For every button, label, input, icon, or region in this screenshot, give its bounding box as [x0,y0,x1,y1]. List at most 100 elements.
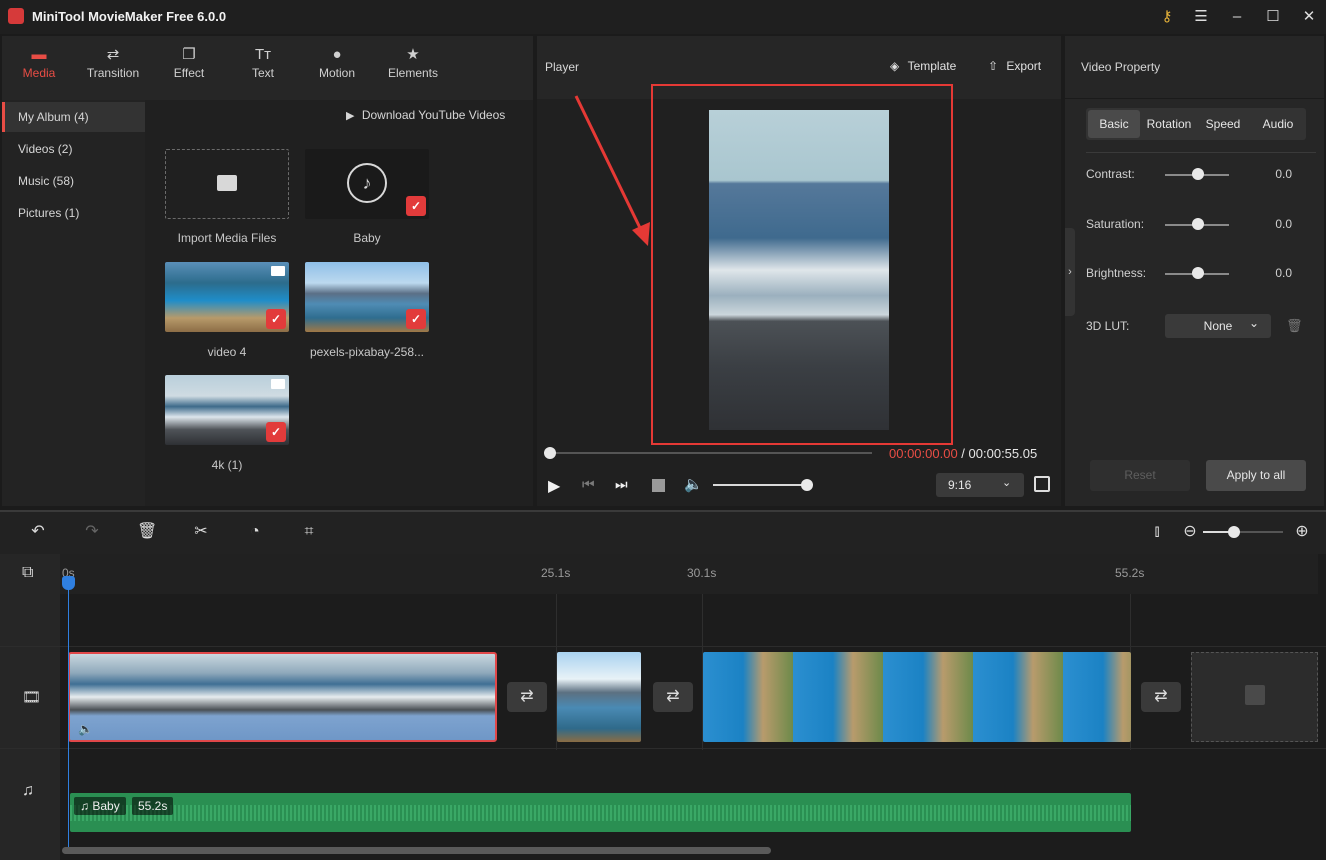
export-button[interactable]: ⇧ Export [988,59,1041,73]
close-button[interactable]: ✕ [1298,6,1320,28]
transition-slot-button[interactable]: ⇄ [1141,682,1181,712]
saturation-label: Saturation: [1086,217,1145,231]
video-clip-pexels[interactable] [557,652,641,742]
video-clip-video4[interactable] [703,652,1131,742]
playback-progress-knob[interactable] [544,447,556,459]
film-track-icon: 🎞 [22,689,42,706]
property-title: Video Property [1081,60,1161,74]
zoom-out-icon[interactable]: ⊖ [1180,522,1200,542]
tab-elements[interactable]: ★ Elements [378,44,448,90]
tab-rotation[interactable]: Rotation [1142,110,1196,138]
saturation-knob[interactable] [1192,218,1204,230]
media-item-4k[interactable]: ✓ [165,375,289,445]
video-clip-4k[interactable]: 🔈 [68,652,497,742]
media-caption: video 4 [207,345,247,359]
audio-clip-label: ♫ Baby [74,797,126,815]
annotation-arrow [574,95,650,246]
media-caption: Import Media Files [177,231,277,245]
reset-button[interactable]: Reset [1090,460,1190,491]
zoom-in-icon[interactable]: ⊕ [1292,522,1312,542]
drop-media-slot[interactable] [1191,652,1318,742]
divider [1065,98,1324,99]
play-icon[interactable]: ▶ [548,476,560,496]
media-item-video4[interactable]: ✓ [165,262,289,332]
tab-audio[interactable]: Audio [1251,110,1305,138]
ruler-mark: 30.1s [687,566,717,580]
volume-knob[interactable] [801,479,813,491]
media-caption: Baby [353,231,381,245]
menu-icon[interactable]: ☰ [1190,6,1212,28]
tab-media[interactable]: ▬ Media [4,44,74,90]
music-note-icon: ♪ [347,163,387,203]
crop-icon[interactable]: ⌗ [299,522,319,542]
album-my-album[interactable]: My Album (4) [2,102,145,132]
upload-icon: ⇧ [988,59,999,73]
contrast-label: Contrast: [1086,167,1135,181]
volume-track[interactable] [713,484,807,486]
video-camera-icon [271,379,285,389]
fullscreen-icon[interactable] [1034,476,1050,492]
track-header-column [0,554,60,860]
tab-basic[interactable]: Basic [1088,110,1140,138]
volume-icon[interactable]: 🔈 [684,475,703,493]
add-track-icon[interactable]: ⧉ [22,564,33,582]
media-item-pexels[interactable]: ✓ [305,262,429,332]
redo-icon[interactable]: ↷ [82,522,102,542]
chevron-down-icon: ⌄ [1002,477,1012,489]
audio-clip-baby[interactable]: ♫ Baby 55.2s [70,793,1131,832]
next-frame-icon[interactable]: ⏭ [615,476,628,493]
transition-arrows-icon: ⇄ [106,46,120,63]
zoom-knob[interactable] [1228,526,1240,538]
stop-icon[interactable] [652,479,665,492]
minimize-button[interactable]: – [1226,6,1248,28]
template-button[interactable]: ◈ Template [890,59,956,73]
brightness-knob[interactable] [1192,267,1204,279]
aspect-ratio-select[interactable]: 9:16 ⌄ [936,473,1024,497]
transition-slot-button[interactable]: ⇄ [507,682,547,712]
playhead-line [68,578,69,848]
playhead-handle[interactable] [62,576,75,590]
music-track-icon: ♫ [22,782,34,799]
tab-text[interactable]: Tт Text [228,44,298,90]
folder-icon [217,175,237,191]
highlight-box [651,84,953,445]
album-pictures[interactable]: Pictures (1) [2,198,145,228]
layers-icon: ◈ [890,59,900,73]
ruler-mark: 25.1s [541,566,571,580]
previous-frame-icon[interactable]: ⏮ [582,476,595,493]
tab-effect[interactable]: ❐ Effect [154,44,224,90]
album-videos[interactable]: Videos (2) [2,134,145,164]
playback-progress-track[interactable] [549,452,872,454]
timeline-scrollbar[interactable] [62,847,771,854]
brightness-value: 0.0 [1275,266,1292,280]
audio-clip-duration: 55.2s [132,797,174,815]
maximize-button[interactable]: ☐ [1262,6,1284,28]
download-youtube-link[interactable]: ▶ Download YouTube Videos [346,108,505,122]
speed-icon[interactable]: ◔ [245,522,265,542]
tab-transition[interactable]: ⇄ Transition [78,44,148,90]
lut-select[interactable]: None ⌄ [1165,314,1271,338]
key-icon[interactable]: ⚷ [1156,6,1178,28]
player-title: Player [545,60,580,74]
audio-waveform [70,805,1131,821]
check-icon: ✓ [406,196,426,216]
media-item-baby[interactable]: ♪ ✓ [305,149,429,219]
import-media-tile[interactable] [165,149,289,219]
trash-icon[interactable]: 🗑 [1286,318,1303,334]
tab-motion[interactable]: ● Motion [302,44,372,90]
youtube-icon: ▶ [346,110,355,122]
fit-timeline-icon[interactable]: ⫾ [1147,522,1167,542]
album-music[interactable]: Music (58) [2,166,145,196]
apply-to-all-button[interactable]: Apply to all [1206,460,1306,491]
undo-icon[interactable]: ↶ [28,522,48,542]
contrast-knob[interactable] [1192,168,1204,180]
collapse-handle-icon[interactable]: › [1065,228,1075,316]
trash-icon[interactable]: 🗑 [137,522,157,542]
time-display: 00:00:00.00 / 00:00:55.05 [889,446,1038,461]
scissors-icon[interactable]: ✂ [191,522,211,542]
app-logo-icon [8,8,24,24]
tab-speed[interactable]: Speed [1197,110,1249,138]
media-caption: 4k (1) [211,458,243,472]
video-camera-icon [271,266,285,276]
transition-slot-button[interactable]: ⇄ [653,682,693,712]
